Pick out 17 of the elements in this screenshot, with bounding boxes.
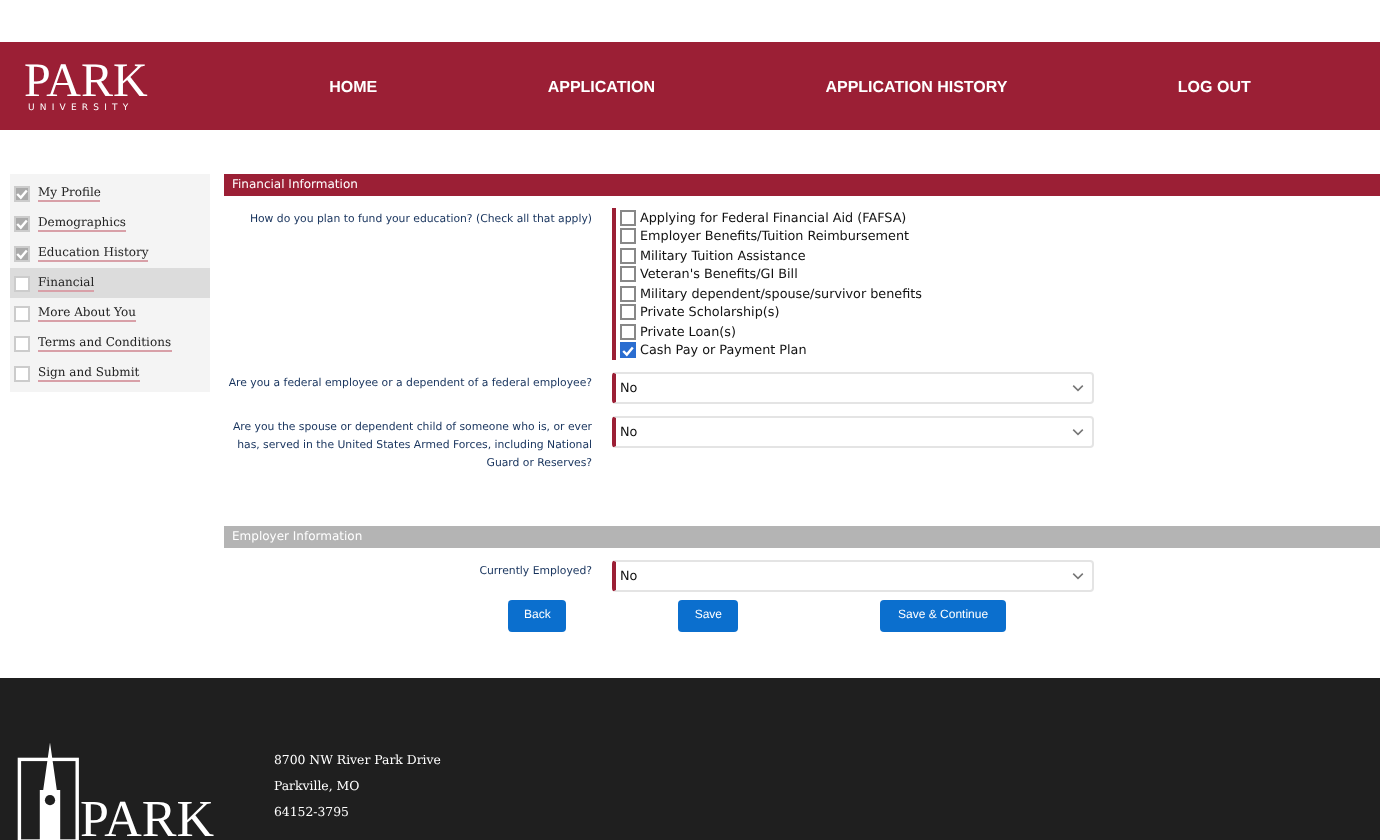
checkbox[interactable] xyxy=(620,342,636,359)
chevron-down-icon xyxy=(1072,384,1084,392)
checkbox[interactable] xyxy=(620,304,636,321)
footer-logo-wordmark: PARK xyxy=(80,798,214,840)
checkbox[interactable] xyxy=(620,209,636,226)
nav-link[interactable]: HOME xyxy=(329,77,378,95)
checkbox[interactable] xyxy=(620,323,636,340)
logo-wordmark[interactable]: PARK xyxy=(24,59,244,103)
nav-link[interactable]: APPLICATION xyxy=(547,77,655,95)
chevron-down-icon xyxy=(1072,572,1084,580)
nav-link[interactable]: LOG OUT xyxy=(1177,77,1251,95)
checkbox[interactable] xyxy=(620,285,636,302)
chevron-down-icon xyxy=(1072,428,1084,436)
checkbox[interactable] xyxy=(620,228,636,245)
checkbox[interactable] xyxy=(620,266,636,283)
nav-link[interactable]: APPLICATION HISTORY xyxy=(825,77,1008,95)
checkbox[interactable] xyxy=(620,247,636,264)
